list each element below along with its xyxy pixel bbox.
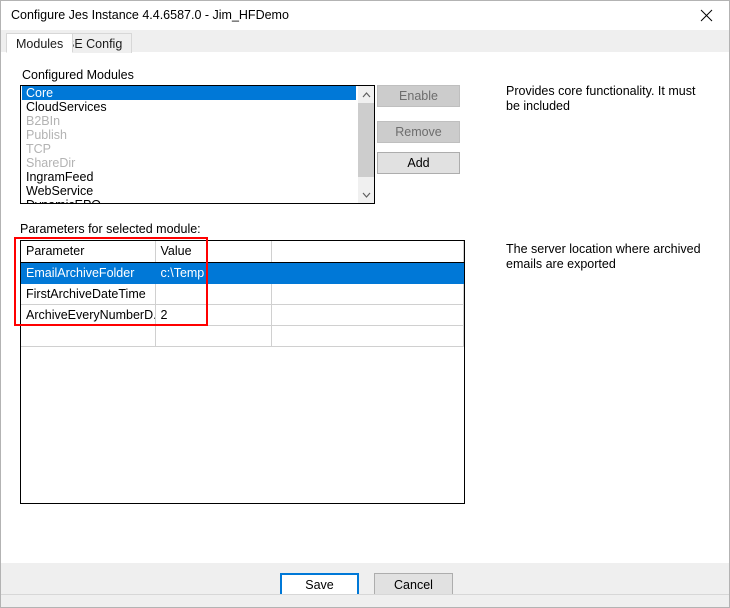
save-button-label: Save: [305, 577, 334, 592]
configure-jes-instance-window: Configure Jes Instance 4.4.6587.0 - Jim_…: [0, 0, 730, 608]
cell-filler: [271, 304, 464, 326]
list-item-label: TCP: [26, 142, 51, 156]
list-item-label: WebService: [26, 184, 94, 198]
list-item-label: B2BIn: [26, 114, 61, 128]
list-item[interactable]: IngramFeed: [22, 170, 356, 184]
enable-button[interactable]: Enable: [377, 85, 460, 107]
scroll-up-arrow-icon[interactable]: [358, 86, 374, 103]
list-item-label: Publish: [26, 128, 67, 142]
close-icon[interactable]: [683, 1, 729, 30]
cell-filler: [271, 262, 464, 284]
module-description-text: Provides core functionality. It must be …: [506, 84, 696, 113]
status-bar: [1, 594, 729, 607]
table-row[interactable]: ArchiveEveryNumberD... 2: [21, 304, 464, 326]
window-title: Configure Jes Instance 4.4.6587.0 - Jim_…: [11, 8, 289, 22]
configured-modules-label: Configured Modules: [22, 68, 134, 82]
save-button[interactable]: Save: [280, 573, 359, 596]
list-item-label: IngramFeed: [26, 170, 94, 184]
cancel-button-label: Cancel: [394, 577, 433, 592]
parameters-table: Parameter Value EmailArchiveFolder c:\Te…: [21, 241, 464, 347]
parameters-label: Parameters for selected module:: [20, 222, 201, 236]
list-item[interactable]: Publish: [22, 128, 356, 142]
parameter-description-text: The server location where archived email…: [506, 242, 701, 271]
column-header-value[interactable]: Value: [155, 241, 272, 263]
list-item[interactable]: B2BIn: [22, 114, 356, 128]
column-header-parameter[interactable]: Parameter: [21, 241, 156, 263]
column-header-filler: [271, 241, 464, 263]
cell-value[interactable]: [155, 283, 272, 305]
configured-modules-listbox[interactable]: Core CloudServices B2BIn Publish TCP Sha…: [20, 85, 375, 204]
remove-button[interactable]: Remove: [377, 121, 460, 143]
list-item[interactable]: TCP: [22, 142, 356, 156]
tab-strip: Modules BE Config: [1, 30, 729, 53]
scrollbar-thumb[interactable]: [358, 103, 374, 177]
enable-button-label: Enable: [399, 89, 438, 103]
table-row[interactable]: EmailArchiveFolder c:\Temp: [21, 262, 464, 284]
table-row-empty: [21, 325, 464, 347]
add-button-label: Add: [407, 156, 430, 170]
table-row[interactable]: FirstArchiveDateTime: [21, 283, 464, 305]
cell-value[interactable]: c:\Temp: [155, 262, 272, 284]
cell-filler: [271, 325, 464, 347]
list-item-label: DynamicEPO: [26, 198, 101, 203]
cell-filler: [271, 283, 464, 305]
add-button[interactable]: Add: [377, 152, 460, 174]
scroll-down-arrow-icon[interactable]: [358, 186, 374, 203]
configured-modules-list: Core CloudServices B2BIn Publish TCP Sha…: [22, 86, 356, 203]
title-bar: Configure Jes Instance 4.4.6587.0 - Jim_…: [1, 1, 729, 30]
tab-be-config-label: BE Config: [66, 37, 123, 51]
remove-button-label: Remove: [395, 125, 442, 139]
cell-value-empty: [155, 325, 272, 347]
cell-parameter[interactable]: FirstArchiveDateTime: [21, 283, 156, 305]
list-item[interactable]: Core: [22, 86, 356, 100]
list-item-label: Core: [26, 86, 54, 100]
tab-modules-label: Modules: [16, 37, 64, 51]
cell-value[interactable]: 2: [155, 304, 272, 326]
list-item-label: ShareDir: [26, 156, 76, 170]
modules-tab-page: Configured Modules Core CloudServices B2…: [1, 52, 729, 563]
table-header-row: Parameter Value: [21, 241, 464, 263]
cancel-button[interactable]: Cancel: [374, 573, 453, 596]
modules-list-scrollbar[interactable]: [357, 86, 374, 203]
cell-parameter[interactable]: ArchiveEveryNumberD...: [21, 304, 156, 326]
list-item[interactable]: DynamicEPO: [22, 198, 356, 203]
list-item-label: CloudServices: [26, 100, 107, 114]
cell-parameter-empty: [21, 325, 156, 347]
parameters-grid[interactable]: Parameter Value EmailArchiveFolder c:\Te…: [20, 240, 465, 504]
cell-parameter[interactable]: EmailArchiveFolder: [21, 262, 156, 284]
list-item[interactable]: CloudServices: [22, 100, 356, 114]
tab-modules[interactable]: Modules: [6, 33, 74, 53]
list-item[interactable]: ShareDir: [22, 156, 356, 170]
list-item[interactable]: WebService: [22, 184, 356, 198]
